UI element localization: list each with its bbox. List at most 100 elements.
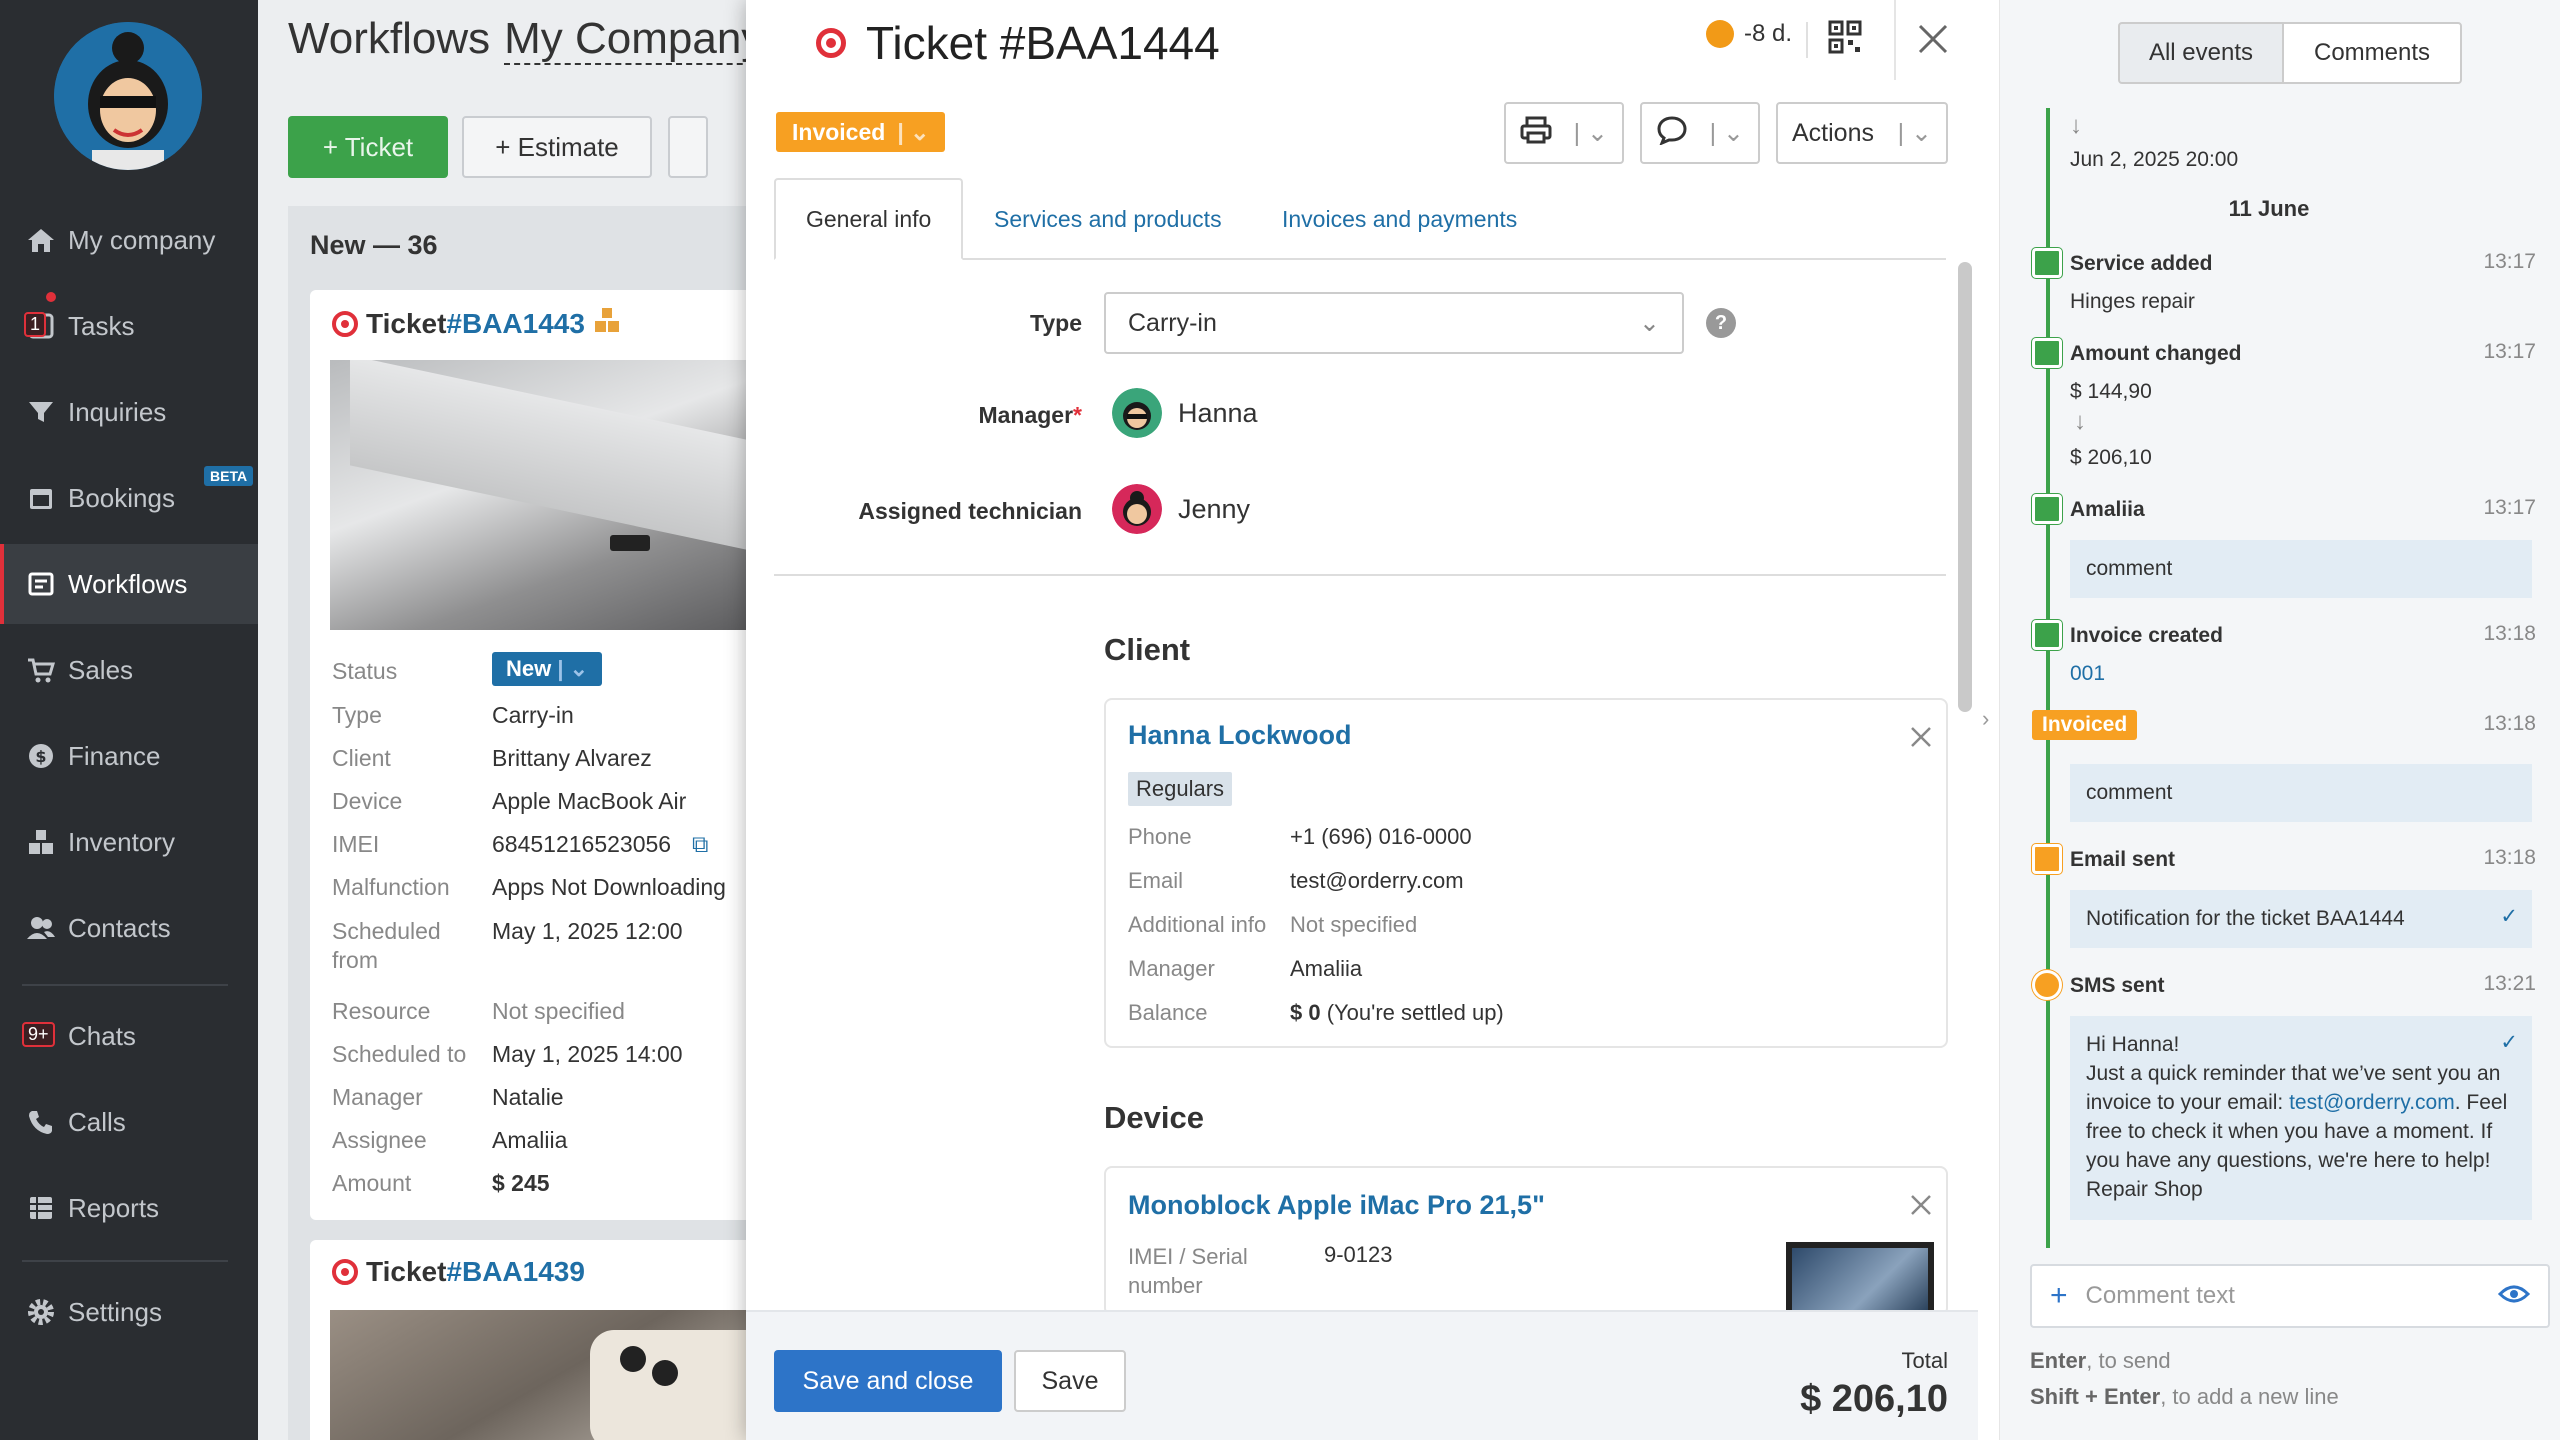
sidebar-item-inventory[interactable]: Inventory bbox=[0, 802, 258, 882]
device-photo bbox=[1786, 1242, 1934, 1314]
ticket-card[interactable]: Ticket #BAA1439 bbox=[310, 1240, 758, 1440]
client-field: Phone +1 (696) 016-0000 bbox=[1128, 824, 1472, 850]
close-icon[interactable] bbox=[1916, 22, 1950, 56]
amount-change-icon bbox=[2032, 338, 2062, 368]
sidebar-item-label: Sales bbox=[68, 654, 134, 685]
comment-button[interactable]: | ⌄ bbox=[1640, 102, 1760, 164]
technician-avatar bbox=[1112, 484, 1162, 534]
timeline-line bbox=[2046, 108, 2050, 1248]
deadline-timer[interactable]: -8 d. bbox=[1706, 20, 1792, 48]
field-value: Not specified bbox=[492, 998, 625, 1024]
event-time: 13:18 bbox=[2483, 712, 2536, 735]
print-button[interactable]: | ⌄ bbox=[1504, 102, 1624, 164]
device-name-link[interactable]: Monoblock Apple iMac Pro 21,5" bbox=[1128, 1190, 1545, 1221]
calendar-icon bbox=[24, 483, 58, 513]
manager-name: Hanna bbox=[1178, 397, 1258, 428]
email-bubble: Notification for the ticket BAA1444 ✓ bbox=[2070, 890, 2532, 948]
main-sidebar: My company Tasks 1 Inquiries Bookings BE… bbox=[0, 0, 258, 1440]
client-tag: Regulars bbox=[1128, 772, 1233, 806]
save-and-close-button[interactable]: Save and close bbox=[774, 1350, 1002, 1412]
card-number-link[interactable]: #BAA1439 bbox=[446, 1256, 585, 1288]
field-value: Amaliia bbox=[492, 1127, 568, 1153]
tab-comments[interactable]: Comments bbox=[2282, 22, 2462, 84]
field-label: Balance bbox=[1128, 1000, 1208, 1025]
status-dropdown[interactable]: New | ⌄ bbox=[492, 652, 603, 686]
client-name-link[interactable]: Hanna Lockwood bbox=[1128, 720, 1352, 751]
company-selector[interactable]: My Company bbox=[504, 14, 758, 65]
sidebar-item-my-company[interactable]: My company bbox=[0, 200, 258, 280]
user-avatar[interactable] bbox=[54, 22, 202, 170]
close-icon[interactable] bbox=[1910, 726, 1932, 748]
manager-avatar bbox=[1112, 388, 1162, 438]
card-number-link[interactable]: #BAA1443 bbox=[446, 308, 585, 340]
event-time: 13:18 bbox=[2483, 846, 2536, 869]
tab-all-events[interactable]: All events bbox=[2118, 22, 2284, 84]
actions-label: Actions bbox=[1792, 118, 1874, 147]
card-field: Scheduled to May 1, 2025 14:00 bbox=[332, 1041, 758, 1068]
ticket-card[interactable]: Ticket #BAA1443 Status New | ⌄ Type Carry-… bbox=[310, 290, 758, 1220]
chats-count-badge: 9+ bbox=[22, 1022, 55, 1047]
save-button[interactable]: Save bbox=[1014, 1350, 1126, 1412]
sidebar-item-workflows[interactable]: Workflows bbox=[0, 544, 258, 624]
invoice-link[interactable]: 001 bbox=[2070, 662, 2105, 686]
clock-icon bbox=[1706, 20, 1734, 48]
actions-dropdown[interactable]: Actions | ⌄ bbox=[1776, 102, 1948, 164]
tab-invoices-and-payments[interactable]: Invoices and payments bbox=[1252, 178, 1547, 260]
manager-selector[interactable]: Hanna bbox=[1112, 388, 1258, 438]
add-ticket-button[interactable]: + Ticket bbox=[288, 116, 448, 178]
field-value: Apple MacBook Air bbox=[492, 788, 687, 814]
add-estimate-button[interactable]: + Estimate bbox=[462, 116, 652, 178]
tab-general-info[interactable]: General info bbox=[774, 178, 964, 260]
status-value: New bbox=[506, 656, 552, 681]
help-icon[interactable]: ? bbox=[1706, 308, 1736, 338]
field-label: Client bbox=[332, 745, 391, 771]
arrow-down-icon: ↓ bbox=[2070, 112, 2082, 139]
page-title: Workflows My Company bbox=[288, 14, 758, 65]
sms-icon bbox=[2032, 970, 2062, 1000]
sidebar-item-label: Chats bbox=[68, 1020, 136, 1051]
field-label: Device bbox=[332, 788, 403, 814]
sidebar-item-reports[interactable]: Reports bbox=[0, 1168, 258, 1248]
field-value: $ 0 (You're settled up) bbox=[1290, 1000, 1504, 1026]
close-icon[interactable] bbox=[1910, 1194, 1932, 1216]
sidebar-item-label: Reports bbox=[68, 1192, 160, 1223]
sidebar-item-contacts[interactable]: Contacts bbox=[0, 888, 258, 968]
manager-label: Manager* bbox=[746, 402, 1082, 429]
eye-icon[interactable] bbox=[2497, 1282, 2531, 1313]
comment-input[interactable]: + Comment text bbox=[2030, 1264, 2550, 1328]
scrollbar[interactable] bbox=[1958, 262, 1972, 712]
field-label: Phone bbox=[1128, 824, 1192, 849]
client-field: Manager Amaliia bbox=[1128, 956, 1362, 982]
technician-selector[interactable]: Jenny bbox=[1112, 484, 1250, 534]
field-label: Type bbox=[332, 702, 382, 728]
sidebar-item-inquiries[interactable]: Inquiries bbox=[0, 372, 258, 452]
device-card: Monoblock Apple iMac Pro 21,5" IMEI / Se… bbox=[1104, 1166, 1948, 1316]
hint-key: Enter bbox=[2030, 1348, 2087, 1373]
tab-services-and-products[interactable]: Services and products bbox=[964, 178, 1252, 260]
type-select[interactable]: Carry-in ⌄ bbox=[1104, 292, 1684, 354]
printer-icon bbox=[1520, 116, 1552, 151]
client-card: Hanna Lockwood Regulars Phone +1 (696) 01… bbox=[1104, 698, 1948, 1048]
newline-hint: Shift + Enter, to add a new line bbox=[2030, 1384, 2339, 1410]
card-field: Resource Not specified bbox=[332, 998, 758, 1025]
header-divider bbox=[1894, 0, 1896, 80]
field-value: Carry-in bbox=[492, 702, 574, 728]
sidebar-item-calls[interactable]: Calls bbox=[0, 1082, 258, 1162]
ticket-title-text: Ticket #BAA1444 bbox=[866, 17, 1220, 69]
copy-icon[interactable]: ⧉ bbox=[692, 831, 708, 858]
workflows-icon bbox=[24, 569, 58, 599]
card-title-prefix: Ticket bbox=[366, 1256, 447, 1287]
plus-icon[interactable]: + bbox=[2050, 1279, 2068, 1313]
device-section-title: Device bbox=[1104, 1100, 1204, 1135]
status-dropdown[interactable]: Invoiced | ⌄ bbox=[776, 112, 946, 152]
more-button[interactable] bbox=[668, 116, 708, 178]
device-photo bbox=[330, 1310, 758, 1440]
section-divider bbox=[774, 574, 1946, 576]
ticket-modal: Ticket #BAA1444 -8 d. Invoiced | ⌄ | ⌄ | … bbox=[746, 0, 1978, 1440]
sms-email-link[interactable]: test@orderry.com bbox=[2289, 1091, 2455, 1114]
sidebar-item-sales[interactable]: Sales bbox=[0, 630, 258, 710]
sidebar-item-finance[interactable]: $ Finance bbox=[0, 716, 258, 796]
sidebar-item-settings[interactable]: Settings bbox=[0, 1272, 258, 1352]
qr-code-icon[interactable] bbox=[1828, 20, 1862, 54]
event-title: SMS sent bbox=[2070, 974, 2165, 997]
